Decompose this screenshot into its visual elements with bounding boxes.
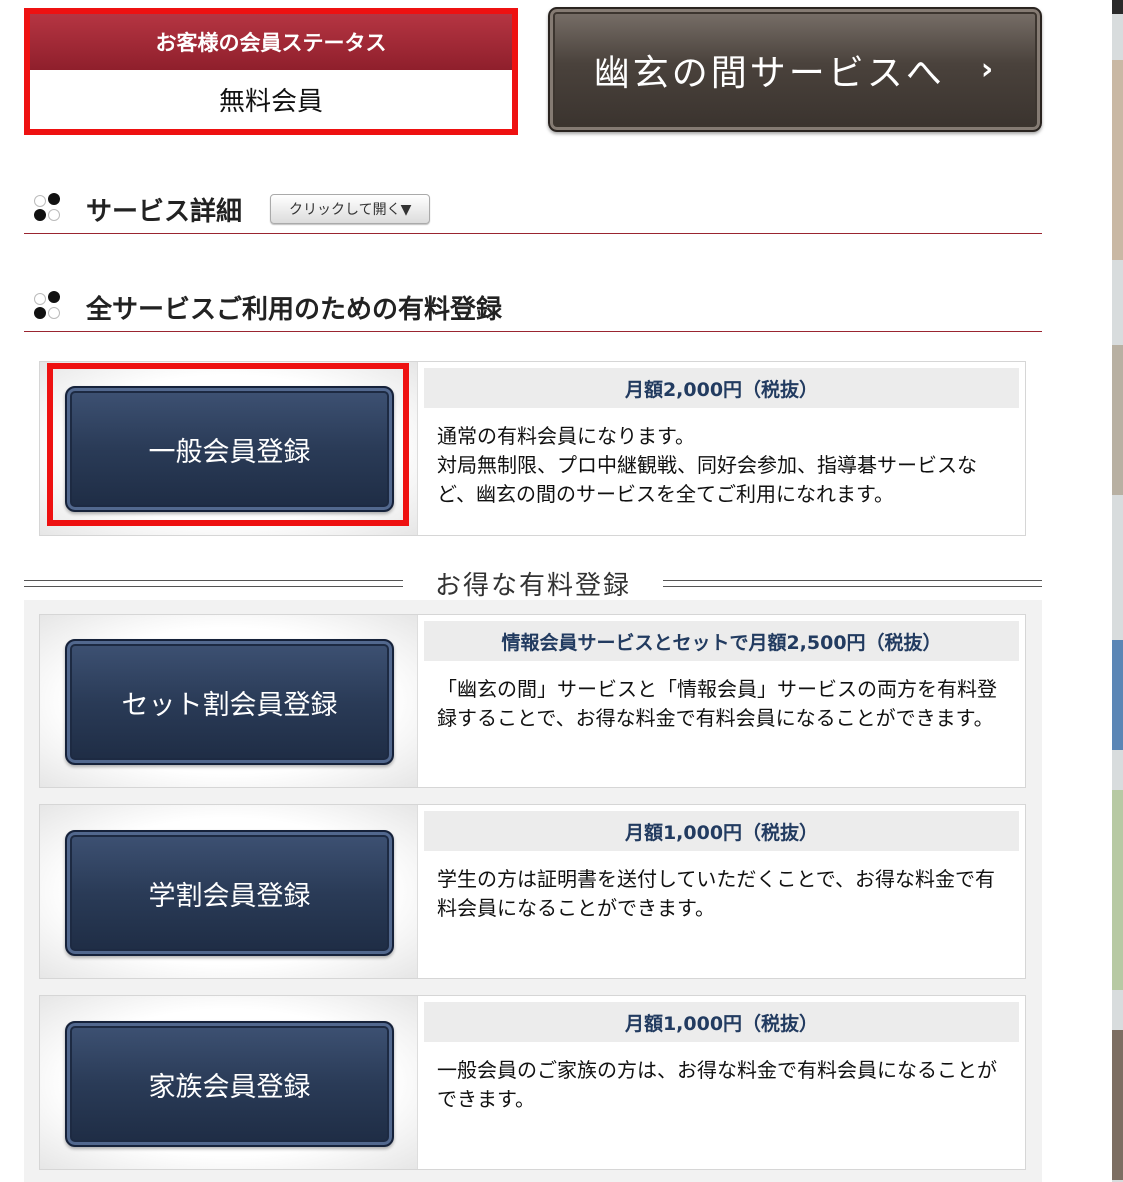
paid-registration-title: 全サービスご利用のための有料登録	[86, 294, 503, 325]
chevron-right-icon: ›	[980, 52, 997, 87]
plan-description: 学生の方は証明書を送付していただくことで、お得な料金で有料会員になることができま…	[437, 867, 995, 920]
student-discount-register-button[interactable]: 学割会員登録	[65, 830, 394, 956]
plan-row-student: 学割会員登録 月額1,000円（税抜） 学生の方は証明書を送付していただくことで…	[39, 804, 1026, 979]
service-details-header: サービス詳細 クリックして開く▼	[24, 185, 1042, 234]
plan-price: 情報会員サービスとセットで月額2,500円（税抜）	[424, 621, 1019, 661]
service-details-title: サービス詳細	[86, 196, 243, 227]
plan-description: 一般会員のご家族の方は、お得な料金で有料会員になることができます。	[437, 1058, 997, 1111]
go-to-service-button[interactable]: 幽玄の間サービスへ ›	[548, 7, 1042, 132]
plan-price: 月額1,000円（税抜）	[424, 1002, 1019, 1042]
family-register-button[interactable]: 家族会員登録	[65, 1021, 394, 1147]
plan-price: 月額1,000円（税抜）	[424, 811, 1019, 851]
member-status-value: 無料会員	[218, 87, 323, 117]
member-status-heading: お客様の会員ステータス	[30, 14, 512, 70]
plan-description: 通常の有料会員になります。 対局無制限、プロ中継観戦、同好会参加、指導碁サービス…	[437, 424, 977, 506]
member-status-box: お客様の会員ステータス 無料会員	[24, 8, 518, 135]
discount-divider: お得な有料登録	[24, 563, 1043, 603]
plan-row-general: 一般会員登録 月額2,000円（税抜） 通常の有料会員になります。 対局無制限、…	[39, 361, 1026, 536]
paid-registration-header: 全サービスご利用のための有料登録	[24, 283, 1042, 332]
set-discount-register-button[interactable]: セット割会員登録	[65, 639, 394, 765]
expand-details-button[interactable]: クリックして開く▼	[270, 194, 431, 224]
plan-price: 月額2,000円（税抜）	[424, 368, 1019, 408]
bullet-dots-icon	[34, 291, 68, 323]
plan-row-family: 家族会員登録 月額1,000円（税抜） 一般会員のご家族の方は、お得な料金で有料…	[39, 995, 1026, 1170]
plan-description: 「幽玄の間」サービスと「情報会員」サービスの両方を有料登録することで、お得な料金…	[437, 677, 997, 730]
discount-divider-label: お得な有料登録	[435, 570, 632, 601]
go-to-service-label: 幽玄の間サービスへ	[593, 52, 945, 94]
bullet-dots-icon	[34, 193, 68, 225]
side-column-edge	[1112, 0, 1123, 1182]
general-member-register-button[interactable]: 一般会員登録	[65, 386, 394, 512]
plan-row-set: セット割会員登録 情報会員サービスとセットで月額2,500円（税抜） 「幽玄の間…	[39, 614, 1026, 788]
